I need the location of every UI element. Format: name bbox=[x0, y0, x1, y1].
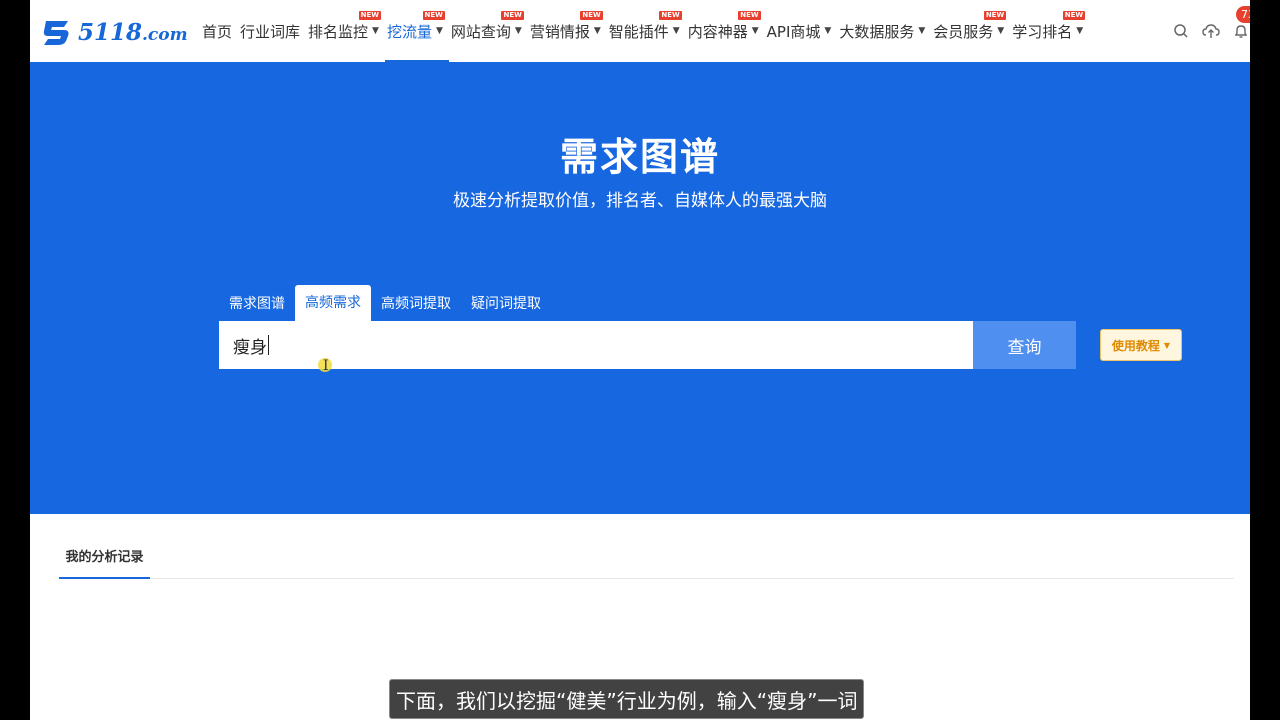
tool-tab[interactable]: 需求图谱 bbox=[219, 287, 295, 321]
page-subtitle: 极速分析提取价值，排名者、自媒体人的最强大脑 bbox=[453, 191, 827, 211]
caret-down-icon: ▼ bbox=[751, 26, 759, 36]
nav-item-label: 内容神器 bbox=[687, 22, 748, 41]
text-cursor bbox=[268, 335, 269, 355]
hero-banner: 需求图谱 极速分析提取价值，排名者、自媒体人的最强大脑 需求图谱 高频需求 高频词提… bbox=[30, 62, 1250, 514]
caret-down-icon: ▼ bbox=[593, 26, 601, 36]
tool-tab[interactable]: 高频词提取 bbox=[371, 287, 461, 321]
nav-item[interactable]: API商城 ▼ bbox=[765, 0, 838, 62]
notification-badge: 73 bbox=[1236, 6, 1250, 23]
new-badge: NEW bbox=[659, 11, 682, 20]
nav-item[interactable]: 首页 bbox=[200, 0, 238, 62]
nav-item-label: 首页 bbox=[202, 22, 233, 41]
caret-down-icon: ▼ bbox=[997, 26, 1005, 36]
page-title: 需求图谱 bbox=[559, 135, 720, 179]
tool-tabs: 需求图谱 高频需求 高频词提取 疑问词提取 bbox=[219, 285, 551, 321]
records-tabbar: 我的分析记录 bbox=[59, 532, 1234, 579]
nav-item[interactable]: 学习排名 ▼ NEW bbox=[1010, 0, 1089, 62]
nav-item-label: 大数据服务 bbox=[839, 22, 915, 41]
video-caption: 下面，我们以挖掘“健美”行业为例，输入“瘦身”一词 bbox=[389, 679, 865, 719]
chevron-down-icon: ▼ bbox=[1163, 340, 1171, 350]
nav-item[interactable]: 智能插件 ▼ NEW bbox=[607, 0, 686, 62]
caret-down-icon: ▼ bbox=[1076, 26, 1084, 36]
new-badge: NEW bbox=[1062, 11, 1086, 20]
tutorial-button-label: 使用教程 bbox=[1111, 338, 1160, 353]
tool-tab[interactable]: 疑问词提取 bbox=[461, 287, 551, 321]
nav-item-label: 会员服务 bbox=[933, 22, 994, 41]
nav-actions: 73 bbox=[1172, 0, 1250, 62]
logo[interactable]: 5118.com bbox=[40, 14, 188, 50]
nav-item-label: 排名监控 bbox=[308, 22, 369, 41]
nav-menu: 首页 行业词库 排名监控 ▼ NEW 挖流量 ▼ NEW 网站查询 ▼ NEW 营销情报 ▼ NEW 智能插… bbox=[200, 0, 1089, 62]
caret-down-icon: ▼ bbox=[918, 26, 926, 36]
search-input[interactable]: 瘦身 bbox=[219, 321, 973, 369]
query-button[interactable]: 查询 bbox=[973, 321, 1076, 369]
nav-item[interactable]: 营销情报 ▼ NEW bbox=[528, 0, 607, 62]
caret-down-icon: ▼ bbox=[514, 26, 522, 36]
new-badge: NEW bbox=[983, 11, 1007, 20]
nav-item-label: 智能插件 bbox=[608, 22, 669, 41]
bell-icon[interactable]: 73 bbox=[1232, 6, 1250, 40]
tutorial-button[interactable]: 使用教程 ▼ bbox=[1100, 329, 1182, 361]
new-badge: NEW bbox=[422, 11, 445, 20]
caret-down-icon: ▼ bbox=[672, 26, 680, 36]
new-badge: NEW bbox=[358, 11, 381, 20]
new-badge: NEW bbox=[501, 11, 524, 20]
nav-item[interactable]: 行业词库 bbox=[238, 0, 306, 62]
search-input-value: 瘦身 bbox=[233, 337, 267, 358]
top-navigation: 5118.com 首页 行业词库 排名监控 ▼ NEW 挖流量 ▼ NEW 网站查询 ▼ NEW 营销… bbox=[30, 0, 1250, 63]
logo-text: 5118.com bbox=[78, 18, 188, 46]
tab-my-analysis-records[interactable]: 我的分析记录 bbox=[59, 532, 150, 579]
search-icon[interactable] bbox=[1172, 22, 1190, 40]
nav-item-label: 营销情报 bbox=[529, 22, 590, 41]
nav-item[interactable]: 大数据服务 ▼ bbox=[837, 0, 931, 62]
cloud-upload-icon[interactable] bbox=[1202, 22, 1220, 40]
nav-item-label: 行业词库 bbox=[240, 22, 301, 41]
logo-icon bbox=[43, 21, 69, 45]
nav-item[interactable]: 排名监控 ▼ NEW bbox=[306, 0, 385, 62]
new-badge: NEW bbox=[580, 11, 603, 20]
nav-item-label: API商城 bbox=[766, 22, 821, 41]
caret-down-icon: ▼ bbox=[372, 26, 379, 36]
nav-item[interactable]: 挖流量 ▼ NEW bbox=[384, 0, 449, 62]
ibeam-cursor-icon: I bbox=[323, 358, 329, 374]
nav-item-label: 挖流量 bbox=[386, 22, 432, 41]
nav-item[interactable]: 内容神器 ▼ NEW bbox=[686, 0, 765, 62]
tool-tab[interactable]: 高频需求 bbox=[295, 285, 371, 321]
new-badge: NEW bbox=[738, 11, 761, 20]
nav-item-label: 学习排名 bbox=[1012, 22, 1073, 41]
nav-item[interactable]: 网站查询 ▼ NEW bbox=[449, 0, 528, 62]
caret-down-icon: ▼ bbox=[824, 26, 832, 36]
page: 5118.com 首页 行业词库 排名监控 ▼ NEW 挖流量 ▼ NEW 网站查询 ▼ NEW 营销… bbox=[30, 0, 1250, 720]
nav-item-label: 网站查询 bbox=[450, 22, 511, 41]
nav-item[interactable]: 会员服务 ▼ NEW bbox=[931, 0, 1010, 62]
caret-down-icon: ▼ bbox=[435, 26, 443, 36]
